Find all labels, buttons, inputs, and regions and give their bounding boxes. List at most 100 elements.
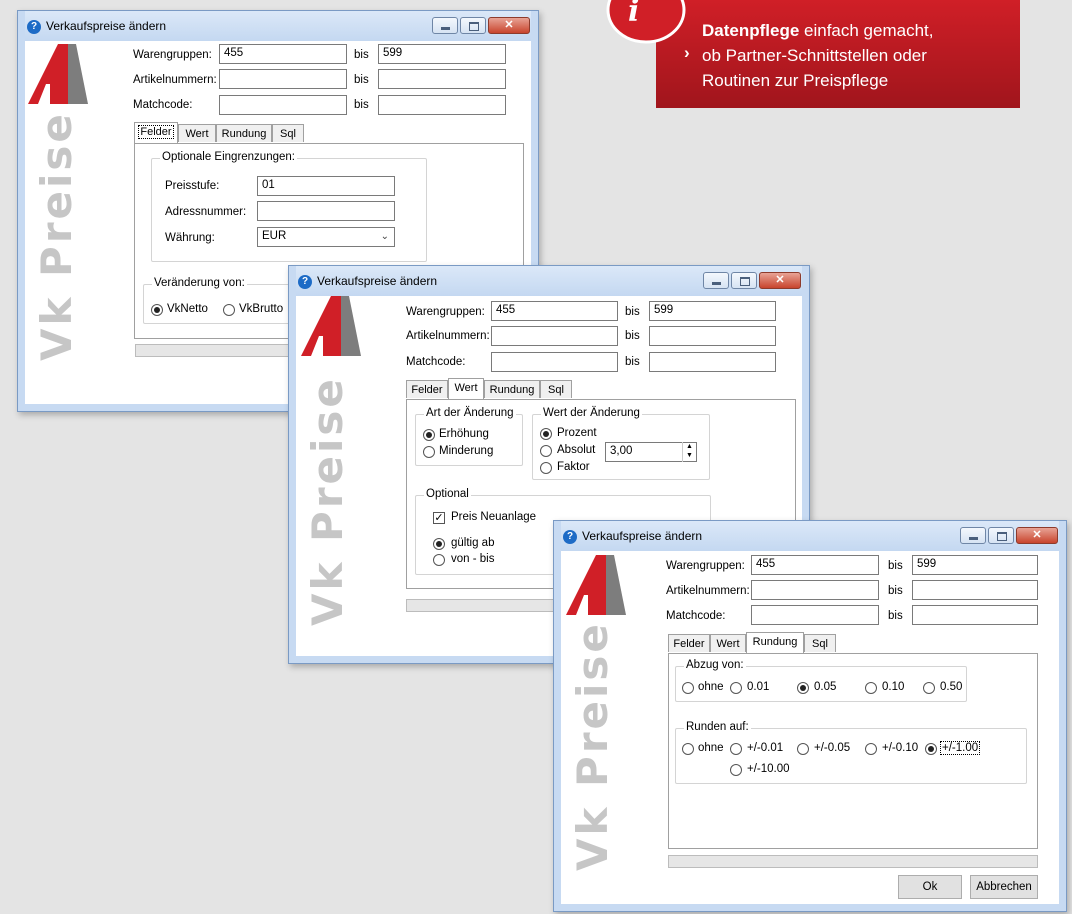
window-title: Verkaufspreise ändern (582, 529, 703, 543)
faktor-radio[interactable] (540, 462, 552, 474)
matchcode-to-input[interactable] (912, 605, 1038, 625)
bis-label: bis (625, 356, 640, 368)
artikel-from-input[interactable] (491, 326, 618, 346)
window-title: Verkaufspreise ändern (317, 274, 438, 288)
bis-label: bis (888, 610, 903, 622)
runden-option-label: ohne (698, 742, 724, 754)
abzug-option-label: 0.10 (882, 681, 905, 693)
runden-010-radio[interactable] (865, 743, 877, 755)
ok-button[interactable]: Ok (898, 875, 962, 899)
progress-bar (668, 855, 1038, 868)
warengruppe-from-input[interactable]: 455 (219, 44, 347, 64)
close-button[interactable]: ✕ (1016, 527, 1058, 544)
prozent-radio[interactable] (540, 428, 552, 440)
tab-wert[interactable]: Wert (178, 124, 216, 142)
matchcode-from-input[interactable] (219, 95, 347, 115)
runden-ohne-radio[interactable] (682, 743, 694, 755)
minderung-label: Minderung (439, 445, 494, 457)
vknetto-radio[interactable] (151, 304, 163, 316)
maximize-button[interactable] (460, 17, 486, 34)
preis-neuanlage-checkbox[interactable]: ✓ (433, 512, 445, 524)
adressnummer-input[interactable] (257, 201, 395, 221)
tab-wert[interactable]: Wert (710, 634, 746, 652)
matchcode-from-input[interactable] (751, 605, 879, 625)
watermark: Vk Preise (303, 376, 352, 626)
tab-sql[interactable]: Sql (804, 634, 836, 652)
tab-rundung[interactable]: Rundung (216, 124, 272, 142)
adressnummer-label: Adressnummer: (165, 206, 247, 218)
runden-001-radio[interactable] (730, 743, 742, 755)
artikelnummern-label: Artikelnummern: (666, 585, 750, 597)
runden-group: Runden auf: (675, 721, 1027, 784)
minimize-button[interactable] (432, 17, 458, 34)
chevron-down-icon: ⌄ (380, 231, 389, 242)
tab-sql[interactable]: Sql (540, 380, 572, 398)
matchcode-label: Matchcode: (406, 356, 466, 368)
matchcode-to-input[interactable] (649, 352, 776, 372)
gueltig-ab-radio[interactable] (433, 538, 445, 550)
wert-stepper[interactable]: 3,00 ▲ ▼ (605, 442, 697, 462)
von-bis-radio[interactable] (433, 554, 445, 566)
close-button[interactable]: ✕ (488, 17, 530, 34)
artikel-from-input[interactable] (219, 69, 347, 89)
abzug-005-radio[interactable] (797, 682, 809, 694)
info-callout: › Datenpflege einfach gemacht, ob Partne… (656, 0, 1020, 108)
warengruppen-label: Warengruppen: (406, 306, 485, 318)
warengruppe-to-input[interactable]: 599 (378, 44, 506, 64)
info-icon (606, 0, 686, 44)
abzug-010-radio[interactable] (865, 682, 877, 694)
absolut-radio[interactable] (540, 445, 552, 457)
abzug-050-radio[interactable] (923, 682, 935, 694)
window-title: Verkaufspreise ändern (46, 19, 167, 33)
runden-1000-radio[interactable] (730, 764, 742, 776)
warengruppe-from-input[interactable]: 455 (491, 301, 618, 321)
artikel-from-input[interactable] (751, 580, 879, 600)
matchcode-from-input[interactable] (491, 352, 618, 372)
warengruppen-label: Warengruppen: (666, 560, 745, 572)
runden-option-label: +/-10.00 (747, 763, 790, 775)
minimize-button[interactable] (960, 527, 986, 544)
warengruppe-from-input[interactable]: 455 (751, 555, 879, 575)
minimize-button[interactable] (703, 272, 729, 289)
tab-rundung[interactable]: Rundung (484, 380, 540, 398)
abzug-ohne-radio[interactable] (682, 682, 694, 694)
artikel-to-input[interactable] (912, 580, 1038, 600)
tab-rundung[interactable]: Rundung (746, 632, 804, 653)
artikel-to-input[interactable] (378, 69, 506, 89)
bis-label: bis (354, 99, 369, 111)
maximize-button[interactable] (988, 527, 1014, 544)
waehrung-select[interactable]: EUR ⌄ (257, 227, 395, 247)
warengruppen-label: Warengruppen: (133, 49, 212, 61)
abzug-001-radio[interactable] (730, 682, 742, 694)
tab-felder[interactable]: Felder (668, 634, 710, 652)
erhoehung-radio[interactable] (423, 429, 435, 441)
matchcode-to-input[interactable] (378, 95, 506, 115)
close-button[interactable]: ✕ (759, 272, 801, 289)
bis-label: bis (888, 585, 903, 597)
runden-005-radio[interactable] (797, 743, 809, 755)
artikel-to-input[interactable] (649, 326, 776, 346)
abzug-option-label: ohne (698, 681, 724, 693)
warengruppe-to-input[interactable]: 599 (912, 555, 1038, 575)
runden-100-radio[interactable] (925, 743, 937, 755)
tab-felder[interactable]: Felder (134, 122, 178, 143)
tab-felder[interactable]: Felder (406, 380, 448, 398)
cancel-button[interactable]: Abbrechen (970, 875, 1038, 899)
spin-arrows-icon[interactable]: ▲ ▼ (682, 442, 696, 462)
tab-sql[interactable]: Sql (272, 124, 304, 142)
vkbrutto-radio[interactable] (223, 304, 235, 316)
maximize-button[interactable] (731, 272, 757, 289)
warengruppe-to-input[interactable]: 599 (649, 301, 776, 321)
logo-icon (28, 44, 88, 104)
bis-label: bis (354, 49, 369, 61)
preisstufe-input[interactable]: 01 (257, 176, 395, 196)
logo-icon (566, 555, 626, 615)
bis-label: bis (888, 560, 903, 572)
preisstufe-label: Preisstufe: (165, 180, 220, 192)
preis-neuanlage-label: Preis Neuanlage (451, 511, 537, 523)
von-bis-label: von - bis (451, 553, 495, 565)
minderung-radio[interactable] (423, 446, 435, 458)
tab-wert[interactable]: Wert (448, 378, 484, 399)
abzug-option-label: 0.50 (940, 681, 963, 693)
vkbrutto-label: VkBrutto (239, 303, 284, 315)
